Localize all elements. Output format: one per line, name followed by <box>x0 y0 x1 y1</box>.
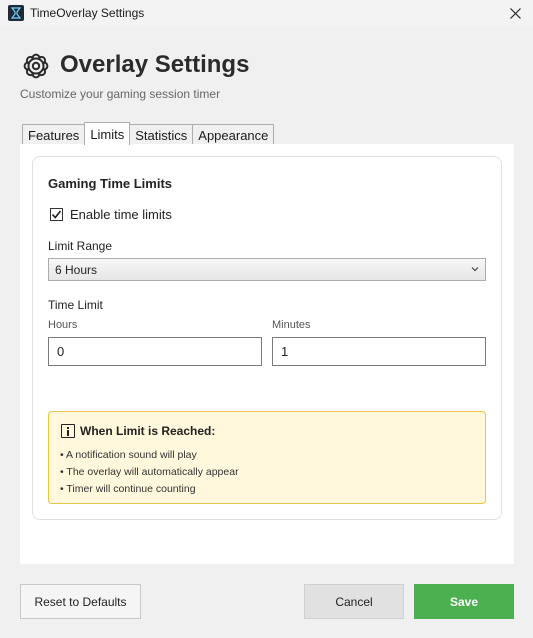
tab-appearance[interactable]: Appearance <box>192 124 275 145</box>
limit-range-label: Limit Range <box>48 239 113 253</box>
tab-features[interactable]: Features <box>22 124 86 145</box>
info-header: When Limit is Reached: <box>61 424 215 438</box>
list-item: • Timer will continue counting <box>60 483 196 495</box>
title-bar: TimeOverlay Settings <box>0 0 533 26</box>
limit-reached-info-box: When Limit is Reached: • A notification … <box>48 411 486 504</box>
app-icon <box>8 5 24 21</box>
tab-panel-limits: Gaming Time Limits Enable time limits Li… <box>20 144 514 564</box>
close-button[interactable] <box>497 0 533 26</box>
time-limit-label: Time Limit <box>48 298 103 312</box>
limit-range-select[interactable]: 6 Hours <box>48 258 486 281</box>
list-item: • The overlay will automatically appear <box>60 466 239 478</box>
checkbox-label: Enable time limits <box>70 207 172 222</box>
hours-input[interactable]: 0 <box>48 337 262 366</box>
info-title: When Limit is Reached: <box>80 424 216 438</box>
checkbox-box[interactable] <box>50 208 63 221</box>
info-icon <box>61 424 75 438</box>
minutes-label: Minutes <box>272 319 311 331</box>
limit-range-value: 6 Hours <box>55 262 98 277</box>
minutes-input[interactable]: 1 <box>272 337 486 366</box>
page-title: Overlay Settings <box>60 51 250 78</box>
cancel-button[interactable]: Cancel <box>304 584 404 619</box>
list-item: • A notification sound will play <box>60 449 197 461</box>
section-title: Gaming Time Limits <box>48 176 173 191</box>
close-icon <box>509 7 521 19</box>
window-title: TimeOverlay Settings <box>30 6 145 20</box>
hours-label: Hours <box>48 319 78 331</box>
page-subtitle: Customize your gaming session timer <box>20 87 221 101</box>
tab-bar: Features Limits Statistics Appearance <box>22 122 275 145</box>
chevron-down-icon <box>471 267 479 272</box>
reset-to-defaults-button[interactable]: Reset to Defaults <box>20 584 141 619</box>
checkmark-icon <box>51 210 62 219</box>
save-button[interactable]: Save <box>414 584 514 619</box>
tab-limits[interactable]: Limits <box>84 122 131 145</box>
info-list: • A notification sound will play • The o… <box>60 447 239 498</box>
gear-icon <box>23 53 49 79</box>
limits-card: Gaming Time Limits Enable time limits Li… <box>32 156 502 520</box>
enable-time-limits-checkbox[interactable]: Enable time limits <box>50 207 172 222</box>
tab-statistics[interactable]: Statistics <box>129 124 194 145</box>
